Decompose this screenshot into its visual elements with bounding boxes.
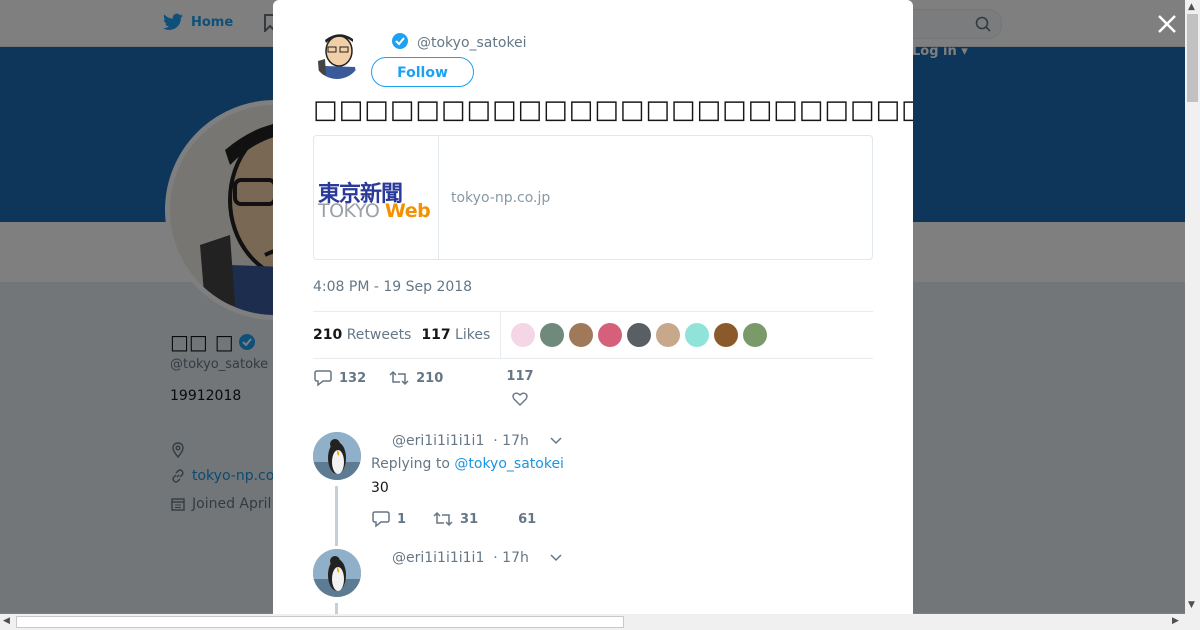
replying-to-mention[interactable]: @tokyo_satokei xyxy=(454,456,564,472)
link-preview-card[interactable]: 東京新聞 TOKYO Web tokyo-np.co.jp xyxy=(313,135,873,260)
tweet-stats: 210 Retweets 117 Likes xyxy=(313,311,873,359)
scroll-down-arrow-icon[interactable]: ▼ xyxy=(1188,600,1195,610)
reply-handle[interactable]: @eri1i1i1i1i1 xyxy=(392,550,484,566)
close-modal-button[interactable] xyxy=(1155,12,1179,36)
liker-avatar[interactable] xyxy=(714,323,739,347)
card-domain: tokyo-np.co.jp xyxy=(451,189,551,206)
reply-time[interactable]: · 17h xyxy=(493,433,529,449)
close-icon xyxy=(1158,15,1176,33)
liker-avatar[interactable] xyxy=(656,323,681,347)
reply-tweet[interactable]: @eri1i1i1i1i1 · 17h xyxy=(313,549,873,614)
chevron-down-icon[interactable] xyxy=(550,554,562,562)
likes-count: 117 xyxy=(421,327,451,343)
liker-avatar[interactable] xyxy=(598,323,623,347)
stats-divider xyxy=(500,311,502,359)
reply-like-button[interactable]: 61 xyxy=(518,510,536,528)
retweet-icon xyxy=(433,511,453,527)
thread-connector xyxy=(335,603,338,614)
thread-connector xyxy=(335,486,338,546)
retweets-label: Retweets xyxy=(346,327,412,343)
reply-time[interactable]: · 17h xyxy=(493,550,529,566)
reply-count: 132 xyxy=(339,370,367,386)
reply-retweet-count: 31 xyxy=(460,511,479,527)
vertical-scrollbar-thumb[interactable] xyxy=(1187,14,1198,102)
reply-like-count: 61 xyxy=(518,511,537,527)
card-thumbnail: 東京新聞 TOKYO Web xyxy=(314,136,439,259)
horizontal-scrollbar[interactable]: ◀ ▶ xyxy=(0,614,1200,630)
likers-avatars xyxy=(511,323,768,347)
replying-to: Replying to @tokyo_satokei xyxy=(371,456,564,472)
follow-button[interactable]: Follow xyxy=(371,57,474,87)
like-count: 117 xyxy=(506,369,534,384)
likes-label: Likes xyxy=(455,327,491,343)
retweet-button[interactable]: 210 xyxy=(388,369,443,387)
reply-reply-button[interactable]: 1 xyxy=(371,510,406,528)
author-avatar[interactable] xyxy=(313,31,361,79)
reply-retweet-button[interactable]: 31 xyxy=(432,510,478,528)
liker-avatar[interactable] xyxy=(685,323,710,347)
retweets-count: 210 xyxy=(313,327,343,343)
card-logo-web: Web xyxy=(384,200,431,222)
reply-icon xyxy=(314,370,332,387)
liker-avatar[interactable] xyxy=(511,323,536,347)
scroll-up-arrow-icon[interactable]: ▲ xyxy=(1188,2,1195,12)
tweet-actions: 132 210 117 xyxy=(313,369,534,406)
reply-icon xyxy=(372,511,390,528)
card-logo-tokyo: TOKYO xyxy=(318,200,380,222)
heart-icon xyxy=(512,392,528,406)
reply-text: 30 xyxy=(371,480,389,496)
reply-reply-count: 1 xyxy=(397,511,407,527)
like-button[interactable]: 117 xyxy=(500,369,540,412)
liker-avatar[interactable] xyxy=(569,323,594,347)
reply-avatar[interactable] xyxy=(313,432,361,480)
scroll-left-arrow-icon[interactable]: ◀ xyxy=(3,616,10,626)
retweet-count: 210 xyxy=(416,370,444,386)
card-logo-wordmark: TOKYO Web xyxy=(318,200,431,222)
reply-actions: 1 31 61 xyxy=(371,510,558,528)
liker-avatar[interactable] xyxy=(627,323,652,347)
retweet-icon xyxy=(389,370,409,386)
tweet-text: □□□□□□□□□□□□□□□□□□□□□□□□□□□□□□□□□□□□□□□□ xyxy=(313,95,913,125)
reply-handle-meta: @eri1i1i1i1i1 · 17h xyxy=(392,433,529,449)
liker-avatar[interactable] xyxy=(743,323,768,347)
verified-icon xyxy=(391,32,409,54)
replying-to-prefix: Replying to xyxy=(371,456,450,472)
reply-handle[interactable]: @eri1i1i1i1i1 xyxy=(392,433,484,449)
liker-avatar[interactable] xyxy=(540,323,565,347)
reply-button[interactable]: 132 xyxy=(313,369,366,387)
reply-handle-meta: @eri1i1i1i1i1 · 17h xyxy=(392,550,529,566)
horizontal-scrollbar-thumb[interactable] xyxy=(16,616,624,628)
tweet-permalink-modal: @tokyo_satokei Follow □□□□□□□□□□□□□□□□□□… xyxy=(273,0,913,614)
chevron-down-icon[interactable] xyxy=(550,437,562,445)
tweet-timestamp[interactable]: 4:08 PM - 19 Sep 2018 xyxy=(313,279,472,295)
likes-stat[interactable]: 117 Likes xyxy=(421,327,490,343)
author-handle[interactable]: @tokyo_satokei xyxy=(417,35,527,51)
scroll-right-arrow-icon[interactable]: ▶ xyxy=(1172,616,1179,626)
reply-tweet[interactable]: @eri1i1i1i1i1 · 17h Replying to @tokyo_s… xyxy=(313,432,873,542)
retweets-stat[interactable]: 210 Retweets xyxy=(313,327,411,343)
vertical-scrollbar[interactable]: ▲ ▼ xyxy=(1185,0,1200,614)
reply-avatar[interactable] xyxy=(313,549,361,597)
